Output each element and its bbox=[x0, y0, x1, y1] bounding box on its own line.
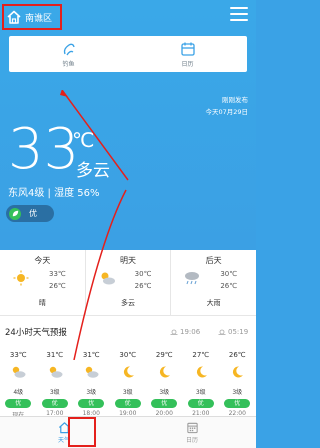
hour-wind: 3级 bbox=[122, 389, 133, 396]
hour-wind: 3级 bbox=[49, 389, 60, 396]
moon-icon bbox=[123, 366, 134, 378]
leaf-icon bbox=[9, 207, 21, 220]
tab-highlight-box bbox=[68, 417, 96, 447]
shortcut-fishing[interactable]: 钓鱼 bbox=[9, 36, 128, 72]
fishing-icon bbox=[63, 43, 75, 55]
shortcut-bar: 钓鱼 日历 bbox=[9, 36, 247, 72]
home-icon bbox=[7, 10, 21, 24]
tab-calendar-label: 日历 bbox=[185, 437, 198, 444]
partly-cloudy-icon bbox=[86, 366, 99, 378]
moon-icon bbox=[196, 366, 207, 378]
publish-info: 刚刚发布 今天07月29日 bbox=[205, 94, 248, 118]
day-low: 26℃ bbox=[220, 282, 238, 290]
aqi-badge[interactable]: 优 bbox=[6, 205, 54, 222]
aqi-label: 优 bbox=[29, 209, 37, 218]
location-button[interactable]: 南谯区 bbox=[2, 4, 62, 30]
location-label: 南谯区 bbox=[25, 13, 53, 24]
sunrise-info: 05:19 bbox=[218, 327, 248, 336]
hour-aqi-badge: 优 bbox=[151, 399, 178, 408]
tab-weather[interactable]: 天气 bbox=[0, 417, 128, 448]
hour-wind: 3级 bbox=[232, 389, 243, 396]
hour-aqi-badge: 优 bbox=[114, 399, 141, 408]
sunrise-time: 05:19 bbox=[228, 328, 249, 336]
hour-wind: 4级 bbox=[13, 389, 24, 396]
hour-aqi-badge: 优 bbox=[224, 399, 251, 408]
hour-wind: 3级 bbox=[159, 389, 170, 396]
partly-cloudy-icon bbox=[13, 366, 26, 378]
hour-wind: 3级 bbox=[86, 389, 97, 396]
tab-calendar[interactable]: 日历 bbox=[128, 417, 256, 448]
shortcut-calendar-label: 日历 bbox=[181, 60, 194, 68]
publish-status: 刚刚发布 bbox=[222, 96, 248, 104]
hour-item: 26℃ 3级 优 22:00 bbox=[219, 348, 256, 417]
hourly-title: 24小时天气预报 bbox=[5, 328, 67, 338]
hour-temp: 26℃ bbox=[228, 351, 246, 359]
calendar-icon bbox=[180, 42, 195, 56]
hour-aqi-badge: 优 bbox=[41, 399, 68, 408]
annotation-arrow bbox=[60, 90, 129, 360]
partly-cloudy-icon bbox=[49, 366, 63, 378]
sunrise-icon bbox=[218, 329, 226, 335]
day-high: 30℃ bbox=[220, 270, 238, 278]
hour-aqi-badge: 优 bbox=[78, 399, 105, 408]
hour-item: 33℃ 4级 优 现在 bbox=[0, 348, 37, 419]
hour-wind: 3级 bbox=[195, 389, 206, 396]
hour-aqi-badge: 优 bbox=[187, 399, 214, 408]
hour-aqi-badge: 优 bbox=[5, 399, 32, 408]
moon-icon bbox=[233, 366, 244, 378]
moon-icon bbox=[160, 366, 171, 378]
hour-temp: 33℃ bbox=[9, 351, 27, 359]
sunny-icon bbox=[13, 270, 29, 286]
bottom-tab-bar: 天气 日历 bbox=[0, 416, 256, 448]
hamburger-icon[interactable] bbox=[230, 7, 248, 21]
calendar-icon bbox=[186, 422, 198, 434]
publish-date: 今天07月29日 bbox=[205, 108, 248, 116]
shortcut-calendar[interactable]: 日历 bbox=[128, 36, 247, 72]
shortcut-fishing-label: 钓鱼 bbox=[62, 60, 75, 68]
